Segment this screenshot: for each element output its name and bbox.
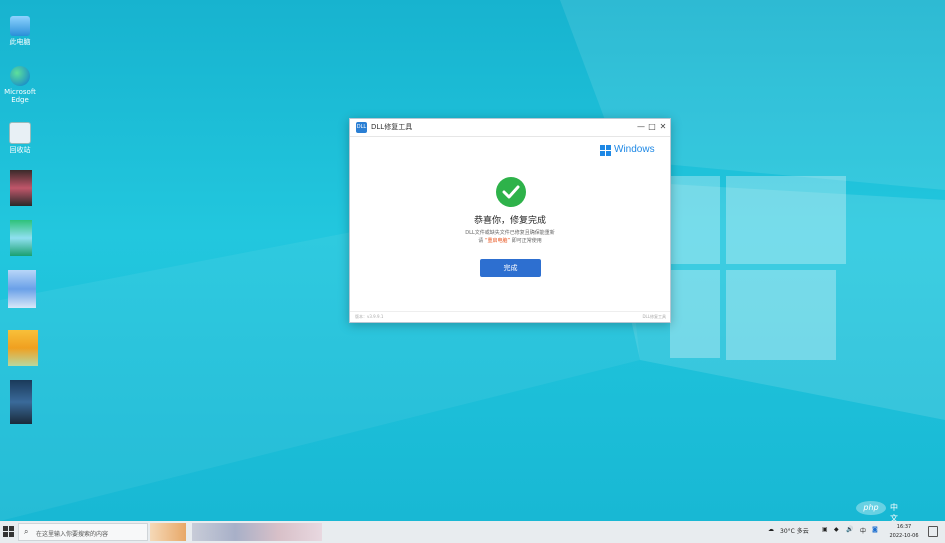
windows-logo: Windows	[600, 144, 664, 156]
search-icon: ⌕	[24, 527, 29, 536]
clock-time: 16:37	[896, 524, 912, 530]
desktop-icon-recycle-bin[interactable]: 回收站	[2, 122, 38, 154]
success-message: DLL文件或缺失文件已修复且确保能重新	[465, 230, 555, 236]
success-check-icon	[496, 177, 526, 207]
recycle-bin-icon	[9, 122, 31, 144]
restart-hint: 请 “重启电脑” 即可正常使用	[350, 237, 670, 244]
restart-hint-pre: 请	[478, 238, 484, 244]
desktop-icon-this-pc[interactable]: 此电脑	[2, 16, 38, 46]
dialog-footer: 版本：v3.9.9.1 DLL修复工具	[350, 311, 670, 324]
restart-link[interactable]: “重启电脑”	[485, 238, 510, 244]
weather-icon[interactable]: ☁	[768, 526, 774, 533]
blurred-desktop-icon[interactable]	[8, 270, 36, 308]
system-tray-icon[interactable]: ▣	[822, 526, 828, 533]
version-label: 版本：v3.9.9.1	[355, 314, 384, 319]
taskbar-app-blurred[interactable]	[192, 523, 322, 541]
desktop-icon-label: Microsoft Edge	[4, 88, 36, 104]
windows-logo-text: Windows	[614, 144, 655, 155]
start-button[interactable]	[3, 526, 15, 538]
dll-repair-dialog: DLL DLL修复工具 — □ ✕ Windows 恭喜你，修复完成 DLL文件…	[349, 118, 671, 323]
maximize-button[interactable]: □	[647, 121, 657, 133]
blurred-desktop-icon[interactable]	[10, 170, 32, 206]
desktop-icon-label: 此电脑	[9, 38, 31, 46]
dialog-titlebar[interactable]: DLL DLL修复工具 — □ ✕	[350, 119, 670, 137]
network-icon[interactable]: ◆	[834, 526, 839, 533]
taskbar-clock[interactable]: 16:37 2022-10-06	[886, 523, 922, 541]
wallpaper-pane	[726, 176, 846, 264]
desktop-icon-label: 回收站	[9, 146, 31, 154]
search-placeholder: 在这里输入你要搜索的内容	[36, 531, 109, 538]
desktop-icon-edge[interactable]: Microsoft Edge	[2, 66, 38, 104]
computer-icon	[10, 16, 30, 36]
wallpaper-pane	[726, 270, 836, 360]
windows-flag-icon	[600, 145, 611, 156]
done-button[interactable]: 完成	[480, 259, 541, 277]
ime-indicator[interactable]: 中	[860, 526, 866, 535]
footer-brand: DLL修复工具	[642, 314, 666, 319]
tray-app-icon[interactable]: ◙	[872, 526, 878, 533]
blurred-desktop-icon[interactable]	[8, 330, 38, 366]
taskbar-search-box[interactable]: ⌕ 在这里输入你要搜索的内容	[18, 523, 148, 541]
blurred-desktop-icon[interactable]	[10, 380, 32, 424]
taskbar: ⌕ 在这里输入你要搜索的内容 ☁ 30°C 多云 ▣ ◆ 🔊 中 ◙ 16:37…	[0, 521, 945, 543]
taskbar-app[interactable]	[150, 523, 186, 541]
volume-icon[interactable]: 🔊	[846, 526, 853, 533]
weather-status[interactable]: 30°C 多云	[780, 526, 809, 535]
edge-icon	[10, 66, 30, 86]
watermark-cn: 中文网	[890, 503, 898, 521]
watermark-php: php	[856, 501, 886, 515]
minimize-button[interactable]: —	[636, 121, 646, 133]
blurred-desktop-icon[interactable]	[10, 220, 32, 256]
wallpaper-pane	[670, 176, 720, 264]
success-headline: 恭喜你，修复完成	[473, 216, 546, 226]
restart-hint-post: 即可正常使用	[511, 238, 542, 244]
wallpaper-pane	[670, 270, 720, 358]
clock-date: 2022-10-06	[889, 533, 919, 539]
app-icon: DLL	[356, 122, 367, 133]
close-button[interactable]: ✕	[658, 121, 668, 133]
dialog-title: DLL修复工具	[371, 123, 413, 131]
notification-icon[interactable]	[928, 526, 938, 537]
